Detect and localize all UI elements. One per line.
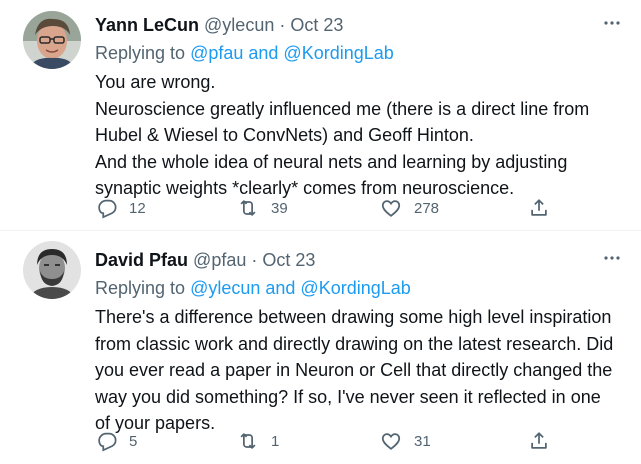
tweet-ylecun[interactable]: Yann LeCun @ylecun · Oct 23 Replying to … <box>0 0 641 230</box>
like-count: 31 <box>414 432 431 450</box>
reply-button[interactable]: 12 <box>95 196 146 220</box>
tweet-text: There's a difference between drawing som… <box>95 304 623 437</box>
replying-prefix: Replying to <box>95 43 186 63</box>
like-button[interactable]: 278 <box>380 196 439 220</box>
retweet-count: 1 <box>271 432 280 450</box>
retweet-button[interactable]: 39 <box>237 196 288 220</box>
separator: · <box>251 250 258 270</box>
tweet-content: Yann LeCun @ylecun · Oct 23 Replying to … <box>95 13 623 202</box>
reply-button[interactable]: 5 <box>95 429 137 453</box>
tweet-text-line: you ever read a paper in Neuron or Cell … <box>95 360 613 380</box>
heart-icon <box>381 200 401 217</box>
like-button[interactable]: 31 <box>380 429 431 453</box>
like-count: 278 <box>414 199 440 217</box>
retweet-icon <box>240 200 256 216</box>
replying-to-users-link[interactable]: @ylecun and @KordingLab <box>190 278 411 298</box>
more-horizontal-icon[interactable] <box>601 248 623 268</box>
separator: · <box>279 15 286 35</box>
tweet-text-line: way you did something? If so, I've never… <box>95 386 601 407</box>
tweet-date[interactable]: Oct 23 <box>262 250 315 270</box>
tweet-text-line: And the whole idea of neural nets and le… <box>95 151 568 172</box>
tweet-text-line: from classic work and directly drawing o… <box>95 333 614 354</box>
avatar[interactable] <box>23 11 81 69</box>
tweet-text-line: Hubel & Wiesel to ConvNets) and Geoff Hi… <box>95 125 474 145</box>
replying-to: Replying to @ylecun and @KordingLab <box>95 276 623 300</box>
author-name[interactable]: Yann LeCun <box>95 15 199 35</box>
author-handle[interactable]: @pfau <box>193 250 246 270</box>
reply-icon <box>98 199 117 219</box>
tweet-text-line: Neuroscience greatly influenced me (ther… <box>95 98 590 119</box>
tweet-text: You are wrong. Neuroscience greatly infl… <box>95 69 623 202</box>
tweet-header: Yann LeCun @ylecun · Oct 23 <box>95 13 623 37</box>
author-handle[interactable]: @ylecun <box>204 15 274 35</box>
heart-icon <box>381 433 401 450</box>
retweet-count: 39 <box>271 199 288 217</box>
tweet-text-line: You are wrong. <box>95 72 216 92</box>
tweet-date[interactable]: Oct 23 <box>290 15 343 35</box>
avatar[interactable] <box>23 241 81 299</box>
retweet-button[interactable]: 1 <box>237 429 279 453</box>
share-button[interactable] <box>528 196 550 220</box>
tweet-actions: 5 1 31 <box>95 429 555 453</box>
share-button[interactable] <box>528 429 550 453</box>
author-name[interactable]: David Pfau <box>95 250 188 270</box>
retweet-icon <box>240 433 256 449</box>
share-icon <box>531 199 547 216</box>
tweet-header: David Pfau @pfau · Oct 23 <box>95 248 623 272</box>
tweet-text-line: There's a difference between drawing som… <box>95 307 612 327</box>
reply-count: 5 <box>129 432 138 450</box>
share-icon <box>531 432 547 449</box>
more-horizontal-icon[interactable] <box>601 13 623 33</box>
reply-count: 12 <box>129 199 146 217</box>
tweet-content: David Pfau @pfau · Oct 23 Replying to @y… <box>95 248 623 437</box>
tweet-pfau[interactable]: David Pfau @pfau · Oct 23 Replying to @y… <box>0 231 641 464</box>
replying-to-users-link[interactable]: @pfau and @KordingLab <box>190 43 394 63</box>
replying-prefix: Replying to <box>95 278 186 298</box>
replying-to: Replying to @pfau and @KordingLab <box>95 41 623 65</box>
reply-icon <box>98 432 117 452</box>
tweet-actions: 12 39 278 <box>95 196 555 220</box>
